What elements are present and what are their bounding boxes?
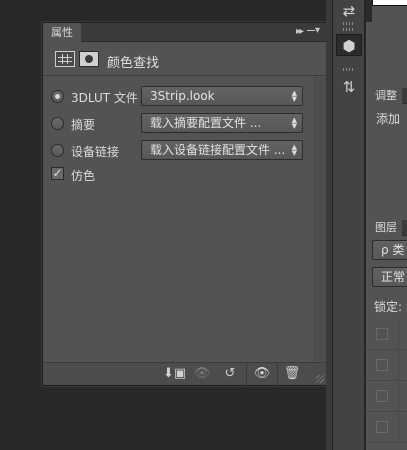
actions-panel-icon[interactable]: ⇅ (336, 76, 362, 98)
layer-visibility-box[interactable] (376, 421, 388, 433)
tab-layers[interactable]: 图层 (366, 220, 402, 236)
layer-visibility-box[interactable] (376, 328, 388, 340)
drag-grip-icon[interactable] (343, 68, 355, 71)
panel-menu-icon[interactable]: ▾ (306, 25, 320, 36)
row-device-link: 设备链接 载入设备链接配置文件 ... ▲ ▼ (51, 140, 313, 160)
layer-row[interactable] (366, 382, 407, 412)
footer-divider (246, 363, 247, 386)
reset-icon[interactable]: ↺ (221, 366, 239, 382)
select-abstract-value: 载入摘要配置文件 ... (150, 116, 262, 130)
chevron-updown-icon: ▲ ▼ (291, 143, 297, 157)
layer-visibility-box[interactable] (376, 359, 388, 371)
select-3dlut-file[interactable]: 3Strip.look ▲ ▼ (141, 86, 303, 106)
layers-tab-bar: 图层 (366, 220, 407, 236)
right-dock: 调整 添加 图层 ρ 类 正常 锁定: (366, 0, 407, 450)
adjustment-layer-icon[interactable] (55, 51, 75, 67)
layer-divider (398, 382, 399, 412)
panel-footer: ⬇▣ 👁 ↺ 👁 🗑 (43, 362, 326, 386)
select-device-link-value: 载入设备链接配置文件 ... (150, 143, 286, 157)
tab-adjustments[interactable]: 调整 (366, 88, 402, 104)
panel-header: 颜色查找 (43, 43, 326, 76)
layer-divider (398, 351, 399, 381)
tab-properties[interactable]: 属性 (43, 23, 81, 42)
layer-mask-icon[interactable] (79, 51, 99, 67)
resize-grip-icon[interactable] (316, 375, 324, 383)
label-dither: 仿色 (71, 169, 96, 183)
visibility-eye-icon[interactable]: 👁 (253, 366, 271, 382)
dock-edge (326, 0, 333, 450)
row-3dlut: 3DLUT 文件 3Strip.look ▲ ▼ (51, 86, 313, 106)
view-previous-state-icon[interactable]: 👁 (193, 366, 211, 382)
dither-checkbox[interactable]: ✓ (51, 167, 64, 180)
row-dither: ✓ 仿色 (51, 164, 313, 184)
layer-row[interactable] (366, 320, 407, 350)
footer-divider (277, 363, 278, 386)
row-abstract: 摘要 载入摘要配置文件 ... ▲ ▼ (51, 113, 313, 133)
select-abstract-profile[interactable]: 载入摘要配置文件 ... ▲ ▼ (141, 113, 303, 133)
panel-tab-bar: 属性 ▸▸ ▾ (43, 23, 326, 42)
drag-grip-icon[interactable] (343, 22, 355, 25)
layer-visibility-box[interactable] (376, 390, 388, 402)
adjustments-panel-icon[interactable]: ⬢ (336, 34, 362, 56)
layer-filter-kind[interactable]: ρ 类 (372, 240, 407, 260)
lock-label: 锁定: (374, 300, 403, 314)
history-icon[interactable]: ⇄ (336, 0, 362, 22)
select-3dlut-value: 3Strip.look (150, 89, 215, 103)
layer-divider (398, 413, 399, 443)
select-device-link-profile[interactable]: 载入设备链接配置文件 ... ▲ ▼ (141, 140, 303, 160)
panel-scrollbar[interactable] (314, 77, 326, 361)
properties-panel: 属性 ▸▸ ▾ 颜色查找 3DLUT 文件 3Strip.look ▲ ▼ 摘要 … (42, 22, 327, 386)
panel-icon-column: ⇄ ⬢ ⇅ (333, 0, 365, 450)
adjustments-tab-bar: 调整 (366, 88, 407, 104)
adjustments-add-text: 添加 (376, 112, 401, 126)
layer-row[interactable] (366, 413, 407, 443)
label-3dlut: 3DLUT 文件 (71, 91, 138, 105)
panel-title: 颜色查找 (107, 56, 160, 71)
label-abstract: 摘要 (71, 118, 96, 132)
foreground-color-swatch[interactable] (372, 0, 407, 6)
clip-to-layer-icon[interactable]: ⬇▣ (163, 366, 186, 382)
chevron-updown-icon: ▲ ▼ (291, 89, 297, 103)
radio-3dlut[interactable] (51, 90, 64, 103)
color-ramp[interactable] (374, 63, 407, 79)
drag-grip-icon[interactable] (343, 28, 355, 31)
radio-abstract[interactable] (51, 117, 64, 130)
chevron-updown-icon: ▲ ▼ (291, 116, 297, 130)
trash-icon[interactable]: 🗑 (283, 366, 301, 382)
collapse-panel-icon[interactable]: ▸▸ (296, 26, 304, 37)
label-device-link: 设备链接 (71, 145, 120, 159)
layer-divider (398, 320, 399, 350)
layer-row[interactable] (366, 351, 407, 381)
radio-device-link[interactable] (51, 144, 64, 157)
blend-mode-select[interactable]: 正常 (372, 267, 407, 287)
